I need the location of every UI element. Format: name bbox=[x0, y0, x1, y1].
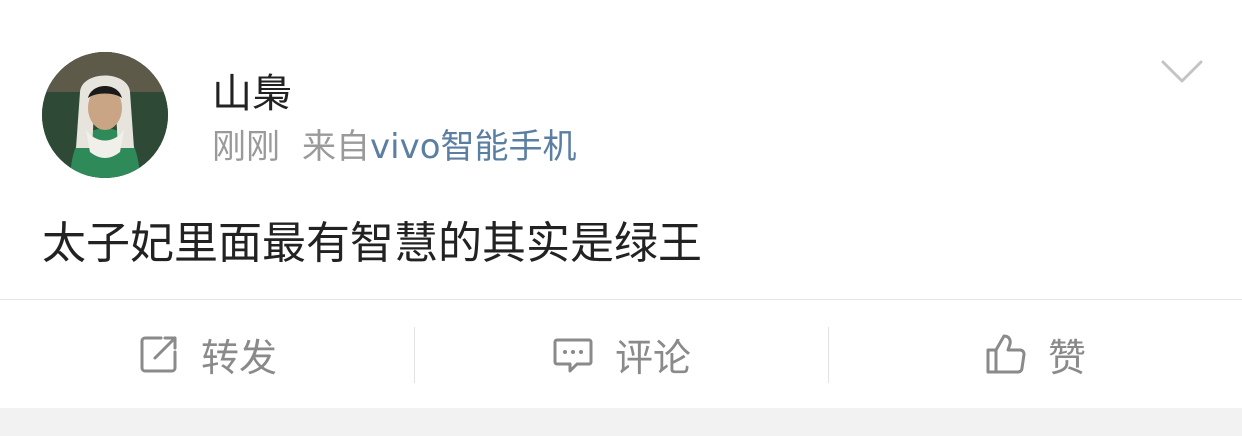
comment-icon bbox=[553, 338, 593, 373]
avatar[interactable] bbox=[42, 52, 168, 178]
like-label: 赞 bbox=[1047, 335, 1086, 380]
feed-separator bbox=[0, 408, 1242, 436]
chevron-down-icon[interactable] bbox=[1160, 58, 1204, 86]
source-prefix: 来自 bbox=[302, 127, 370, 167]
weibo-post-card: 山梟 刚刚 来自vivo智能手机 太子妃里面最有智慧的其实是绿王 转发 评论 赞 bbox=[0, 0, 1242, 408]
post-time: 刚刚 bbox=[212, 127, 280, 167]
avatar-portrait bbox=[42, 52, 168, 178]
comment-label: 评论 bbox=[614, 335, 691, 380]
thumbs-up-icon bbox=[986, 334, 1026, 374]
repost-label: 转发 bbox=[200, 335, 277, 380]
comment-button[interactable]: 评论 bbox=[414, 300, 828, 408]
repost-icon bbox=[140, 336, 177, 373]
like-button[interactable]: 赞 bbox=[828, 300, 1242, 408]
source-link[interactable]: vivo智能手机 bbox=[370, 127, 577, 167]
username[interactable]: 山梟 bbox=[212, 68, 292, 120]
action-bar: 转发 评论 赞 bbox=[0, 300, 1242, 408]
post-meta: 刚刚 来自vivo智能手机 bbox=[212, 124, 577, 170]
repost-button[interactable]: 转发 bbox=[0, 300, 414, 408]
post-content: 太子妃里面最有智慧的其实是绿王 bbox=[42, 218, 702, 269]
